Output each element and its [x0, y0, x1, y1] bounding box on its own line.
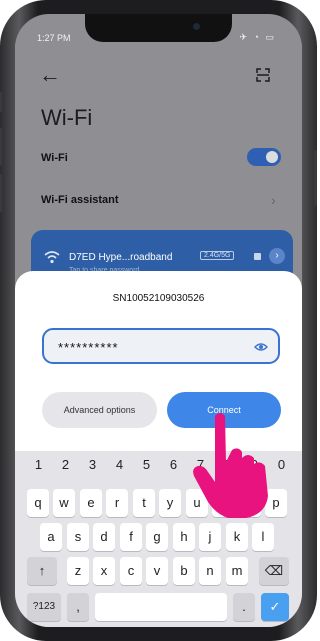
notch: [85, 14, 232, 42]
key-e[interactable]: e: [80, 489, 102, 517]
key-3[interactable]: 3: [79, 457, 106, 472]
key-n[interactable]: n: [199, 557, 221, 585]
network-details-icon[interactable]: ›: [269, 248, 285, 264]
wifi-row-label: Wi-Fi: [41, 152, 68, 164]
key-5[interactable]: 5: [133, 457, 160, 472]
key-c[interactable]: c: [120, 557, 142, 585]
key-k[interactable]: k: [226, 523, 248, 551]
key-b[interactable]: b: [173, 557, 195, 585]
mute-switch: [0, 92, 2, 112]
wifi-toggle[interactable]: [247, 148, 281, 166]
key-s[interactable]: s: [67, 523, 89, 551]
key-r[interactable]: r: [106, 489, 128, 517]
wifi-assistant-label[interactable]: Wi-Fi assistant: [41, 194, 119, 206]
password-value: **********: [58, 340, 119, 355]
key-2[interactable]: 2: [52, 457, 79, 472]
space-bar[interactable]: [95, 593, 227, 621]
key-a[interactable]: a: [40, 523, 62, 551]
show-password-icon[interactable]: [254, 340, 268, 354]
comma-key[interactable]: ,: [67, 593, 89, 621]
key-t[interactable]: t: [133, 489, 155, 517]
key-y[interactable]: y: [159, 489, 181, 517]
power-button: [314, 150, 317, 206]
key-row-3: ↑ z x c v b n m ⌫: [15, 557, 302, 585]
volume-down-button: [0, 174, 2, 212]
band-badge: 2.4G/5G: [200, 251, 235, 260]
page-title: Wi-Fi: [41, 105, 93, 130]
key-j[interactable]: j: [199, 523, 221, 551]
key-f[interactable]: f: [120, 523, 142, 551]
key-q[interactable]: q: [27, 489, 49, 517]
network-name: D7ED Hype...roadband: [69, 252, 173, 263]
phone-screen: 1:27 PM ✈ ◔ ▭ ← Wi-Fi Wi-Fi Wi-Fi assist…: [15, 14, 302, 627]
scan-icon[interactable]: [256, 68, 270, 82]
volume-up-button: [0, 128, 2, 166]
backspace-key[interactable]: ⌫: [259, 557, 289, 585]
back-arrow-icon[interactable]: ←: [39, 64, 61, 86]
lock-icon: [254, 253, 261, 260]
key-l[interactable]: l: [252, 523, 274, 551]
key-h[interactable]: h: [173, 523, 195, 551]
toggle-knob: [266, 151, 278, 163]
shift-key[interactable]: ↑: [27, 557, 57, 585]
key-6[interactable]: 6: [160, 457, 187, 472]
key-1[interactable]: 1: [25, 457, 52, 472]
key-x[interactable]: x: [93, 557, 115, 585]
key-g[interactable]: g: [146, 523, 168, 551]
phone-frame: 1:27 PM ✈ ◔ ▭ ← Wi-Fi Wi-Fi Wi-Fi assist…: [0, 0, 317, 641]
key-w[interactable]: w: [53, 489, 75, 517]
camera: [193, 23, 200, 30]
key-d[interactable]: d: [93, 523, 115, 551]
symbols-key[interactable]: ?123: [27, 593, 61, 621]
password-input[interactable]: **********: [42, 328, 280, 364]
chevron-right-icon: ›: [271, 192, 276, 208]
key-z[interactable]: z: [67, 557, 89, 585]
done-key[interactable]: ✓: [261, 593, 289, 621]
wifi-icon: [44, 251, 60, 264]
key-4[interactable]: 4: [106, 457, 133, 472]
key-row-4: ?123 , . ✓: [15, 593, 302, 621]
advanced-options-button[interactable]: Advanced options: [42, 392, 157, 428]
period-key[interactable]: .: [233, 593, 255, 621]
dialog-ssid: SN10052109030526: [112, 293, 205, 304]
key-m[interactable]: m: [226, 557, 248, 585]
key-row-2: a s d f g h j k l: [15, 523, 302, 551]
pointing-hand-icon: [193, 413, 268, 518]
key-v[interactable]: v: [146, 557, 168, 585]
